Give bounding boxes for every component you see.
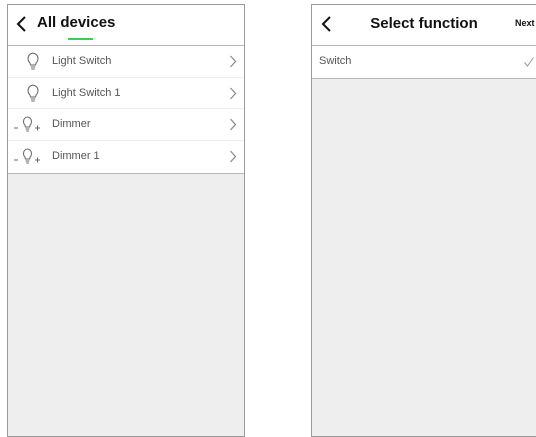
device-label: Dimmer 1 (52, 149, 100, 162)
select-function-screen: Select function Next Switch (311, 4, 536, 437)
all-devices-header: All devices (8, 5, 244, 46)
lightbulb-icon (27, 52, 39, 70)
lightbulb-icon (27, 84, 39, 101)
function-label: Switch (319, 55, 352, 67)
dimmer-icon (14, 116, 40, 132)
checkmark-icon (524, 57, 534, 67)
next-button[interactable]: Next (515, 18, 535, 28)
function-row-switch[interactable]: Switch (312, 46, 536, 78)
all-devices-screen: All devices Light Switch Light Switch 1 (7, 4, 245, 437)
device-row-dimmer[interactable]: Dimmer (8, 109, 244, 141)
chevron-right-icon (230, 150, 237, 162)
device-label: Light Switch (52, 55, 112, 67)
device-label: Dimmer (52, 118, 91, 130)
page-title: All devices (37, 14, 116, 31)
device-row-dimmer-1[interactable]: Dimmer 1 (8, 141, 244, 174)
chevron-right-icon (230, 87, 237, 99)
page-title: Select function (370, 15, 478, 32)
chevron-right-icon (230, 55, 237, 68)
back-arrow-icon[interactable] (13, 14, 31, 34)
device-row-light-switch[interactable]: Light Switch (8, 46, 244, 78)
chevron-right-icon (230, 118, 237, 131)
select-function-header: Select function Next (312, 5, 536, 46)
function-list: Switch (312, 46, 536, 79)
device-label: Light Switch 1 (52, 86, 121, 99)
dimmer-icon (14, 147, 40, 163)
device-row-light-switch-1[interactable]: Light Switch 1 (8, 78, 244, 109)
device-list: Light Switch Light Switch 1 Dimmer Dimme… (8, 46, 244, 174)
title-accent-underline (68, 38, 93, 40)
